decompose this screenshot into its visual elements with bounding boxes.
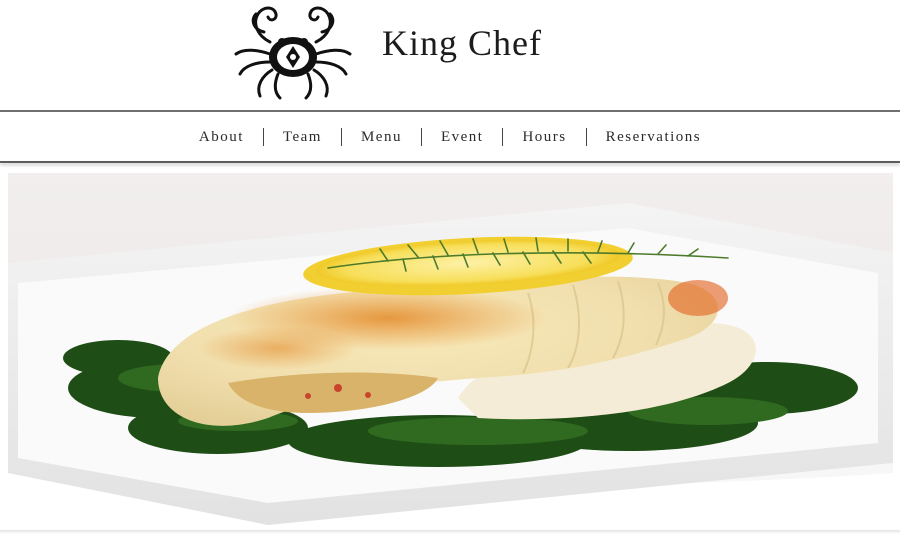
nav-item-menu[interactable]: Menu — [342, 128, 421, 146]
site-header: King Chef — [0, 0, 900, 110]
nav-item-about[interactable]: About — [180, 128, 263, 146]
nav-item-hours[interactable]: Hours — [503, 128, 585, 146]
crab-logo-icon[interactable] — [230, 2, 356, 100]
hero-image — [8, 173, 893, 525]
nav-bottom-divider — [0, 161, 900, 163]
page-bottom-shadow — [0, 530, 900, 534]
main-navigation: About Team Menu Event Hours Reservations — [0, 112, 900, 161]
nav-item-team[interactable]: Team — [264, 128, 341, 146]
site-title[interactable]: King Chef — [382, 22, 542, 64]
nav-item-reservations[interactable]: Reservations — [587, 128, 720, 146]
nav-item-event[interactable]: Event — [422, 128, 503, 146]
